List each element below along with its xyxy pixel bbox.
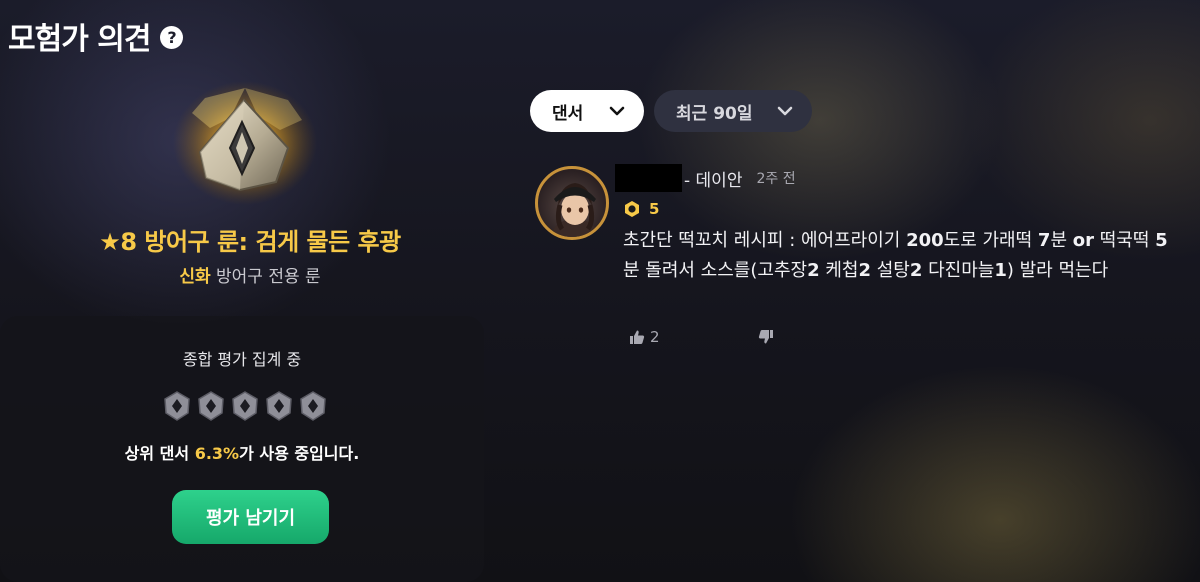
comment-text-segment: 분 돌려서 소스를(고추장	[623, 260, 808, 281]
class-filter-label: 댄서	[552, 103, 584, 124]
chevron-down-icon	[777, 106, 793, 116]
comment-text-segment: 1	[994, 260, 1007, 281]
comment-text-segment: 도로 가래떡	[943, 230, 1038, 251]
class-filter-dropdown[interactable]: 댄서	[530, 90, 644, 132]
comment-author-row: - 데이안 2주 전	[615, 164, 796, 192]
comment-text-segment: 분	[1050, 230, 1073, 251]
usage-text: 상위 댄서 6.3%가 사용 중입니다.	[0, 440, 484, 464]
rating-status: 종합 평가 집계 중	[182, 350, 302, 369]
comment-text-segment: 7	[1037, 230, 1051, 251]
thumbs-up-icon	[630, 330, 645, 344]
rating-gem-icon	[300, 391, 326, 421]
chevron-down-icon	[609, 106, 625, 116]
rune-name: ★8 방어구 룬: 검게 물든 후광	[99, 228, 401, 256]
rating-gem-icon	[164, 391, 190, 421]
author-level: 5	[623, 200, 659, 218]
dislike-button[interactable]	[758, 329, 774, 345]
rune-gem-icon	[173, 81, 317, 205]
like-count: 2	[650, 328, 660, 346]
comment-text-segment: 2	[909, 260, 923, 281]
like-button[interactable]: 2	[629, 328, 660, 346]
comment-text-segment: 설탕	[870, 260, 910, 281]
comment-text-segment: ) 발라 먹는다	[1006, 260, 1109, 281]
period-filter-label: 최근 90일	[676, 103, 753, 124]
question-circle-icon[interactable]: ?	[160, 26, 184, 49]
author-name-redacted	[615, 164, 682, 192]
usage-suffix: 가 사용 중입니다.	[239, 444, 360, 463]
rating-gem-icon	[232, 391, 258, 421]
character-portrait	[553, 183, 597, 237]
rune-grade: 신화	[179, 267, 211, 287]
comment-text-segment: 초간단 떡꼬치 레시피 : 에어프라이기	[623, 230, 907, 251]
rating-summary-panel: 종합 평가 집계 중 상위 댄서 6.3%가 사용 중입니다. 평가 남기기	[0, 316, 484, 582]
comment-text-segment: 5	[1155, 230, 1168, 251]
thumbs-down-icon	[758, 330, 773, 344]
comment-text: 초간단 떡꼬치 레시피 : 에어프라이기 200도로 가래떡 7분 or 떡국떡…	[623, 226, 1183, 286]
rating-gems	[163, 391, 327, 421]
author-server: - 데이안	[684, 170, 743, 191]
author-level-number: 5	[649, 200, 660, 218]
page-title: 모험가 의견	[8, 22, 151, 57]
avatar[interactable]	[535, 166, 609, 240]
vote-row: 2	[629, 328, 774, 346]
leave-rating-button[interactable]: 평가 남기기	[172, 490, 329, 544]
period-filter-dropdown[interactable]: 최근 90일	[654, 90, 812, 132]
rating-gem-icon	[266, 391, 292, 421]
comment-text-segment: or	[1072, 230, 1094, 251]
rating-gem-icon	[198, 391, 224, 421]
rune-type: 방어구 전용 룬	[216, 267, 321, 287]
comment-text-segment: 떡국떡	[1093, 230, 1156, 251]
comment-text-segment: 2	[807, 260, 820, 281]
comment-time: 2주 전	[756, 171, 796, 187]
page-header: 모험가 의견 ?	[8, 14, 184, 58]
comment-text-segment: 2	[858, 260, 871, 281]
usage-percent: 6.3%	[194, 444, 240, 463]
level-badge-icon	[625, 201, 639, 217]
comment-text-segment: 케첩	[819, 260, 859, 281]
usage-prefix: 상위 댄서	[124, 444, 195, 463]
comment-text-segment: 200	[906, 230, 944, 251]
rune-subtitle: 신화 방어구 전용 룬	[0, 262, 500, 287]
comment-text-segment: 다진마늘	[922, 260, 995, 281]
